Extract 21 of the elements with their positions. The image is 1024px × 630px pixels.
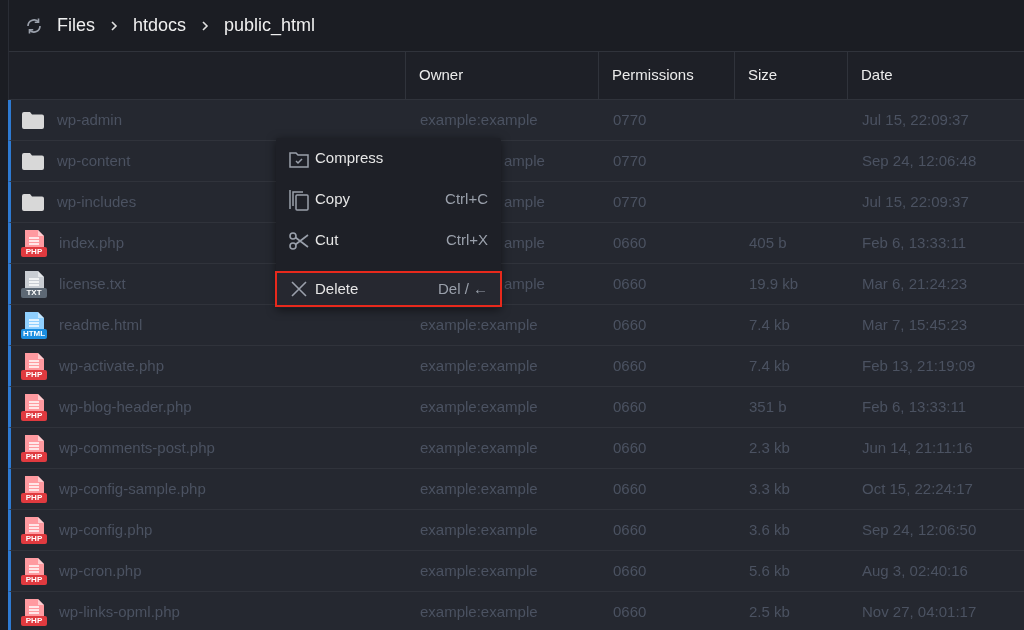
close-icon bbox=[289, 279, 309, 299]
folder-icon bbox=[21, 192, 45, 212]
menu-item[interactable]: Copy Ctrl+C bbox=[276, 179, 501, 220]
breadcrumb-link[interactable]: Files bbox=[57, 12, 95, 39]
folder-check-icon bbox=[289, 149, 309, 168]
menu-item[interactable]: Cut Ctrl+X bbox=[276, 220, 501, 261]
column-header[interactable]: Permissions bbox=[612, 64, 694, 87]
refresh-icon[interactable] bbox=[25, 16, 43, 35]
breadcrumb-link[interactable]: public_html bbox=[224, 12, 316, 39]
column-header[interactable]: Date bbox=[861, 64, 893, 87]
column-header[interactable]: Owner bbox=[419, 64, 464, 87]
scissors-icon bbox=[289, 230, 309, 251]
folder-icon bbox=[21, 151, 45, 171]
breadcrumb-link[interactable]: htdocs bbox=[133, 12, 187, 39]
chevron-icon bbox=[200, 20, 211, 31]
chevron-icon bbox=[109, 20, 119, 31]
copy-icon bbox=[289, 188, 309, 211]
menu-item[interactable]: Compress bbox=[276, 138, 501, 179]
menu-item[interactable]: Delete Del / ← bbox=[276, 272, 501, 306]
column-header[interactable]: Size bbox=[748, 64, 778, 87]
folder-icon bbox=[21, 110, 45, 130]
